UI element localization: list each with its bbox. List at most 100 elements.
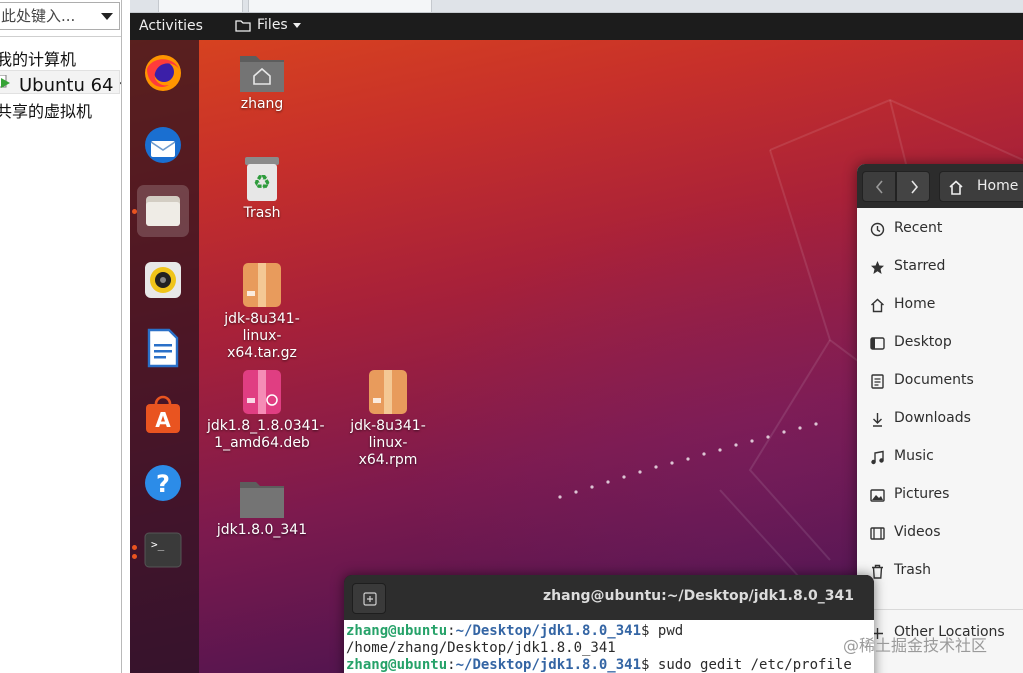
desktop-icon-label: jdk1.8_1.8.0341- 1_amd64.deb: [207, 418, 325, 451]
chevron-right-icon: [911, 180, 919, 194]
back-button[interactable]: [862, 171, 896, 202]
new-tab-button[interactable]: [352, 583, 386, 614]
sidebar-item-label: Documents: [894, 372, 974, 388]
home-icon: [949, 180, 963, 195]
command-output: /home/zhang/Desktop/jdk1.8.0_341: [346, 640, 616, 656]
running-indicator: [132, 545, 137, 550]
sidebar-item-label: Videos: [894, 524, 941, 540]
svg-text:?: ?: [156, 470, 170, 498]
path-bar-home[interactable]: Home: [939, 171, 1023, 202]
terminal-title: zhang@ubuntu:~/Desktop/jdk1.8.0_341: [543, 588, 854, 604]
video-icon: [870, 527, 885, 540]
dock-ubuntu-software[interactable]: A: [137, 389, 189, 441]
tab-ubuntu[interactable]: [248, 0, 432, 13]
home-folder-icon: [240, 56, 284, 92]
help-icon: ?: [145, 465, 181, 501]
sidebar-item-label: Trash: [894, 562, 931, 578]
terminal-window[interactable]: zhang@ubuntu:~/Desktop/jdk1.8.0_341 zhan…: [344, 575, 874, 673]
files-headerbar: Home: [857, 164, 1023, 208]
desktop-icon-jdk-folder[interactable]: jdk1.8.0_341: [207, 476, 317, 539]
vm-library-panel: 我的计算机 Ubuntu 64 位 共享的虚拟机: [0, 0, 122, 673]
thunderbird-icon: [145, 127, 181, 163]
star-icon: [871, 261, 884, 274]
forward-button[interactable]: [896, 171, 930, 202]
home-icon: [871, 298, 884, 313]
files-icon: [146, 196, 180, 226]
terminal-icon: >_: [144, 532, 182, 568]
picture-icon: [870, 489, 885, 502]
library-item-shared-vms[interactable]: 共享的虚拟机: [0, 98, 92, 122]
desktop-icon-jdk-tar[interactable]: jdk-8u341-linux- x64.tar.gz: [207, 261, 317, 362]
prompt-path: ~/Desktop/jdk1.8.0_341: [455, 657, 642, 673]
files-window[interactable]: Home Recent Starred Home Desktop Documen…: [857, 164, 1023, 673]
dock-libreoffice-writer[interactable]: [137, 322, 189, 374]
desktop-icon-jdk-rpm[interactable]: jdk-8u341-linux- x64.rpm: [333, 368, 443, 469]
prompt-user: zhang@ubuntu: [346, 657, 448, 673]
svg-text:♻: ♻: [253, 170, 271, 194]
folder-icon: [240, 482, 284, 518]
desktop-icon-home[interactable]: zhang: [207, 50, 317, 113]
software-bag-icon: A: [146, 395, 180, 433]
svg-text:>_: >_: [151, 538, 165, 551]
sidebar-item-trash[interactable]: Trash: [857, 554, 1023, 588]
sidebar-item-documents[interactable]: Documents: [857, 364, 1023, 398]
chevron-down-icon[interactable]: [101, 13, 113, 20]
path-label: Home: [977, 178, 1019, 194]
running-indicator: [132, 554, 137, 559]
sidebar-item-label: Music: [894, 448, 934, 464]
desktop-icon-label: jdk-8u341-linux- x64.rpm: [350, 418, 426, 468]
library-item-my-computer[interactable]: 我的计算机: [0, 46, 76, 70]
activities-button[interactable]: Activities: [139, 18, 203, 34]
sidebar-item-label: Starred: [894, 258, 946, 274]
dock-files[interactable]: [137, 185, 189, 237]
sidebar-item-downloads[interactable]: Downloads: [857, 402, 1023, 436]
terminal-output[interactable]: zhang@ubuntu:~/Desktop/jdk1.8.0_341$ pwd…: [344, 620, 874, 673]
sidebar-item-label: Recent: [894, 220, 943, 236]
sidebar-item-desktop[interactable]: Desktop: [857, 326, 1023, 360]
dock-thunderbird[interactable]: [137, 119, 189, 171]
divider: [857, 609, 1023, 610]
dock-terminal[interactable]: >_: [137, 524, 189, 576]
desktop-icon-label: jdk1.8.0_341: [216, 522, 308, 538]
sidebar-item-pictures[interactable]: Pictures: [857, 478, 1023, 512]
gnome-top-bar: Activities Files: [130, 13, 1023, 40]
sidebar-item-recent[interactable]: Recent: [857, 212, 1023, 246]
dock-firefox[interactable]: [137, 47, 189, 99]
files-sidebar: Recent Starred Home Desktop Documents Do…: [857, 208, 1023, 673]
library-search[interactable]: [0, 2, 120, 30]
library-item-vm[interactable]: Ubuntu 64 位: [0, 70, 121, 96]
app-menu-files[interactable]: Files: [235, 17, 301, 36]
terminal-line: zhang@ubuntu:~/Desktop/jdk1.8.0_341$ sud…: [346, 657, 874, 673]
dock-help[interactable]: ?: [137, 457, 189, 509]
terminal-line: /home/zhang/Desktop/jdk1.8.0_341: [346, 640, 874, 657]
divider: [0, 36, 121, 37]
tab-home[interactable]: [158, 0, 243, 13]
folder-icon: [235, 19, 251, 32]
desktop-icon-label: jdk-8u341-linux- x64.tar.gz: [224, 311, 300, 361]
desktop-icon-jdk-deb[interactable]: jdk1.8_1.8.0341- 1_amd64.deb: [207, 368, 325, 452]
terminal-headerbar: zhang@ubuntu:~/Desktop/jdk1.8.0_341: [344, 575, 874, 620]
svg-text:A: A: [155, 408, 171, 432]
music-icon: [871, 450, 884, 465]
sidebar-item-home[interactable]: Home: [857, 288, 1023, 322]
desktop-icon-trash[interactable]: ♻ Trash: [207, 155, 317, 222]
vm-name-label: Ubuntu 64 位: [19, 75, 121, 96]
writer-icon: [147, 328, 179, 368]
prompt-separator: :: [447, 657, 456, 673]
dock-rhythmbox[interactable]: [137, 254, 189, 306]
sidebar-item-label: Desktop: [894, 334, 952, 350]
new-tab-icon: [363, 592, 377, 606]
sidebar-item-music[interactable]: Music: [857, 440, 1023, 474]
deb-package-icon: [243, 370, 281, 414]
vm-tab-strip: [130, 0, 1023, 13]
sidebar-item-label: Downloads: [894, 410, 971, 426]
sidebar-item-videos[interactable]: Videos: [857, 516, 1023, 550]
watermark: @稀土掘金技术社区: [843, 636, 988, 655]
rhythmbox-icon: [145, 262, 181, 298]
firefox-icon: [145, 55, 181, 91]
command-text: $ sudo gedit /etc/profile: [641, 657, 852, 673]
sidebar-item-starred[interactable]: Starred: [857, 250, 1023, 284]
prompt-separator: :: [447, 623, 456, 639]
ubuntu-screen: Activities Files zhang ♻ Trash jdk-8u341…: [130, 13, 1023, 673]
library-search-input[interactable]: [0, 3, 93, 29]
